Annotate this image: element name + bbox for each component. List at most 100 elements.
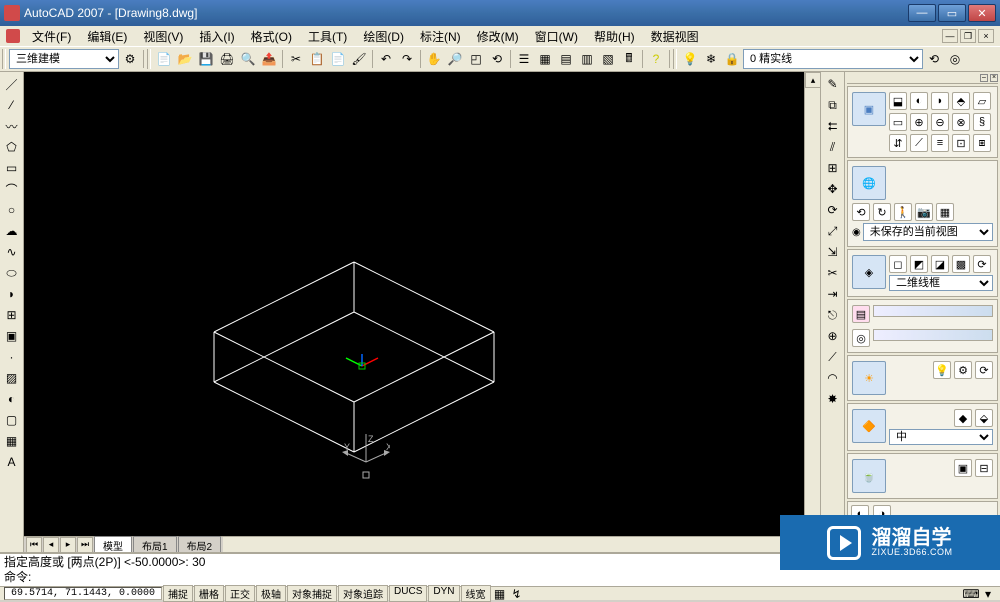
material-select[interactable]: 中	[889, 429, 993, 445]
separate-icon[interactable]: ⧆	[973, 134, 991, 152]
text-icon[interactable]: A	[1, 452, 23, 472]
menu-绘图[interactable]: 绘图(D)	[355, 26, 412, 47]
preview-icon[interactable]: 🔍	[238, 49, 258, 69]
explode-icon[interactable]: ✸	[822, 389, 844, 409]
light2-icon[interactable]: ⚙	[954, 361, 972, 379]
loft-icon[interactable]: ⬘	[952, 92, 970, 110]
layer-state-icon[interactable]: 💡	[680, 49, 700, 69]
menu-格式[interactable]: 格式(O)	[243, 26, 300, 47]
panel-close-icon[interactable]: ×	[990, 74, 998, 82]
mdi-close-button[interactable]: ×	[978, 29, 994, 43]
polysolid-icon[interactable]: ▱	[973, 92, 991, 110]
layer-lock-icon[interactable]: 🔒	[722, 49, 742, 69]
status-toggle-栅格[interactable]: 栅格	[194, 585, 224, 602]
swivel-icon[interactable]: ↻	[873, 203, 891, 221]
status-model-icon[interactable]: ▦	[492, 588, 508, 600]
proj-icon[interactable]: ▦	[936, 203, 954, 221]
designcenter-icon[interactable]: ▦	[535, 49, 555, 69]
sun-icon[interactable]: ☀	[852, 361, 886, 395]
status-tray-icon[interactable]: ▾	[980, 588, 996, 600]
tab-next-icon[interactable]: ▸	[60, 537, 76, 553]
print-icon[interactable]: 🖨	[217, 49, 237, 69]
erase-icon[interactable]: ✎	[822, 74, 844, 94]
insert-block-icon[interactable]: ⊞	[1, 305, 23, 325]
render1-icon[interactable]: ▣	[954, 459, 972, 477]
menu-视图[interactable]: 视图(V)	[135, 26, 191, 47]
fillet-icon[interactable]: ◠	[822, 368, 844, 388]
ellipse-arc-icon[interactable]: ◗	[1, 284, 23, 304]
horizontal-scrollbar[interactable]: ⏮ ◂ ▸ ⏭ 模型 布局1 布局2	[24, 536, 820, 552]
layout1-tab[interactable]: 布局1	[133, 536, 177, 553]
visual-style-select[interactable]: 二维线框	[889, 275, 993, 291]
redo-icon[interactable]: ↷	[397, 49, 417, 69]
open-icon[interactable]: 📂	[175, 49, 195, 69]
helix-icon[interactable]: §	[973, 113, 991, 131]
thicken-icon[interactable]: ≡	[931, 134, 949, 152]
sweep-icon[interactable]: ◗	[931, 92, 949, 110]
model-tab[interactable]: 模型	[94, 536, 132, 553]
calc-icon[interactable]: 🖩	[619, 49, 639, 69]
status-toggle-极轴[interactable]: 极轴	[256, 585, 286, 602]
slider[interactable]	[873, 305, 993, 317]
toolbar-grip[interactable]	[147, 49, 151, 69]
stretch-icon[interactable]: ⇲	[822, 242, 844, 262]
light1-icon[interactable]: 💡	[933, 361, 951, 379]
arc-icon[interactable]: ⌒	[1, 179, 23, 199]
planar-icon[interactable]: ▭	[889, 113, 907, 131]
help-icon[interactable]: ?	[646, 49, 666, 69]
layer-iso2-icon[interactable]: ◎	[852, 329, 870, 347]
orbit-icon[interactable]: ⟲	[852, 203, 870, 221]
rotate-icon[interactable]: ⟳	[822, 200, 844, 220]
minimize-button[interactable]: —	[908, 4, 936, 22]
markup-icon[interactable]: ▧	[598, 49, 618, 69]
spline-icon[interactable]: ∿	[1, 242, 23, 262]
menu-数据视图[interactable]: 数据视图	[643, 26, 707, 47]
box-primitive-icon[interactable]: ▣	[852, 92, 886, 126]
new-icon[interactable]: 📄	[154, 49, 174, 69]
workspace-select[interactable]: 三维建模	[9, 49, 119, 69]
menu-窗口[interactable]: 窗口(W)	[527, 26, 586, 47]
subtract-icon[interactable]: ⊖	[931, 113, 949, 131]
zoom-icon[interactable]: 🔎	[445, 49, 465, 69]
zoom-prev-icon[interactable]: ⟲	[487, 49, 507, 69]
vertical-scrollbar[interactable]: ▴	[804, 72, 820, 536]
scale-icon[interactable]: ⤢	[822, 221, 844, 241]
mat1-icon[interactable]: ◆	[954, 409, 972, 427]
menu-文件[interactable]: 文件(F)	[24, 26, 79, 47]
coordinates-readout[interactable]: 69.5714, 71.1443, 0.0000	[4, 587, 162, 600]
tab-first-icon[interactable]: ⏮	[26, 537, 42, 553]
copy-icon[interactable]: 📋	[307, 49, 327, 69]
menu-修改[interactable]: 修改(M)	[469, 26, 527, 47]
join-icon[interactable]: ⊕	[822, 326, 844, 346]
status-anno-icon[interactable]: ↯	[509, 588, 525, 600]
gradient-icon[interactable]: ◐	[1, 389, 23, 409]
rectangle-icon[interactable]: ▭	[1, 158, 23, 178]
light3-icon[interactable]: ⟳	[975, 361, 993, 379]
scroll-up-icon[interactable]: ▴	[805, 72, 820, 88]
polyline-icon[interactable]: 〰	[1, 116, 23, 136]
layer-select[interactable]: 0 精实线	[743, 49, 923, 69]
workspace-settings-icon[interactable]: ⚙	[120, 49, 140, 69]
ellipse-icon[interactable]: ⬭	[1, 263, 23, 283]
vs1-icon[interactable]: ◻	[889, 255, 907, 273]
layout2-tab[interactable]: 布局2	[178, 536, 222, 553]
undo-icon[interactable]: ↶	[376, 49, 396, 69]
cut-icon[interactable]: ✂	[286, 49, 306, 69]
presspull-icon[interactable]: ⇵	[889, 134, 907, 152]
point-icon[interactable]: ·	[1, 347, 23, 367]
status-toggle-线宽[interactable]: 线宽	[461, 585, 491, 602]
visual-style-icon[interactable]: ◈	[852, 255, 886, 289]
publish-icon[interactable]: 📤	[259, 49, 279, 69]
match-icon[interactable]: 🖌	[349, 49, 369, 69]
layer-prev-icon[interactable]: ⟲	[924, 49, 944, 69]
camera-icon[interactable]: 📷	[915, 203, 933, 221]
union-icon[interactable]: ⊕	[910, 113, 928, 131]
vs3-icon[interactable]: ◪	[931, 255, 949, 273]
panel-min-icon[interactable]: –	[980, 74, 988, 82]
command-prompt[interactable]: 命令:	[4, 570, 996, 585]
make-block-icon[interactable]: ▣	[1, 326, 23, 346]
copy-obj-icon[interactable]: ⧉	[822, 95, 844, 115]
radio-icon[interactable]: ◉	[852, 227, 861, 238]
zoom-window-icon[interactable]: ◰	[466, 49, 486, 69]
view-select[interactable]: 未保存的当前视图	[863, 223, 993, 241]
